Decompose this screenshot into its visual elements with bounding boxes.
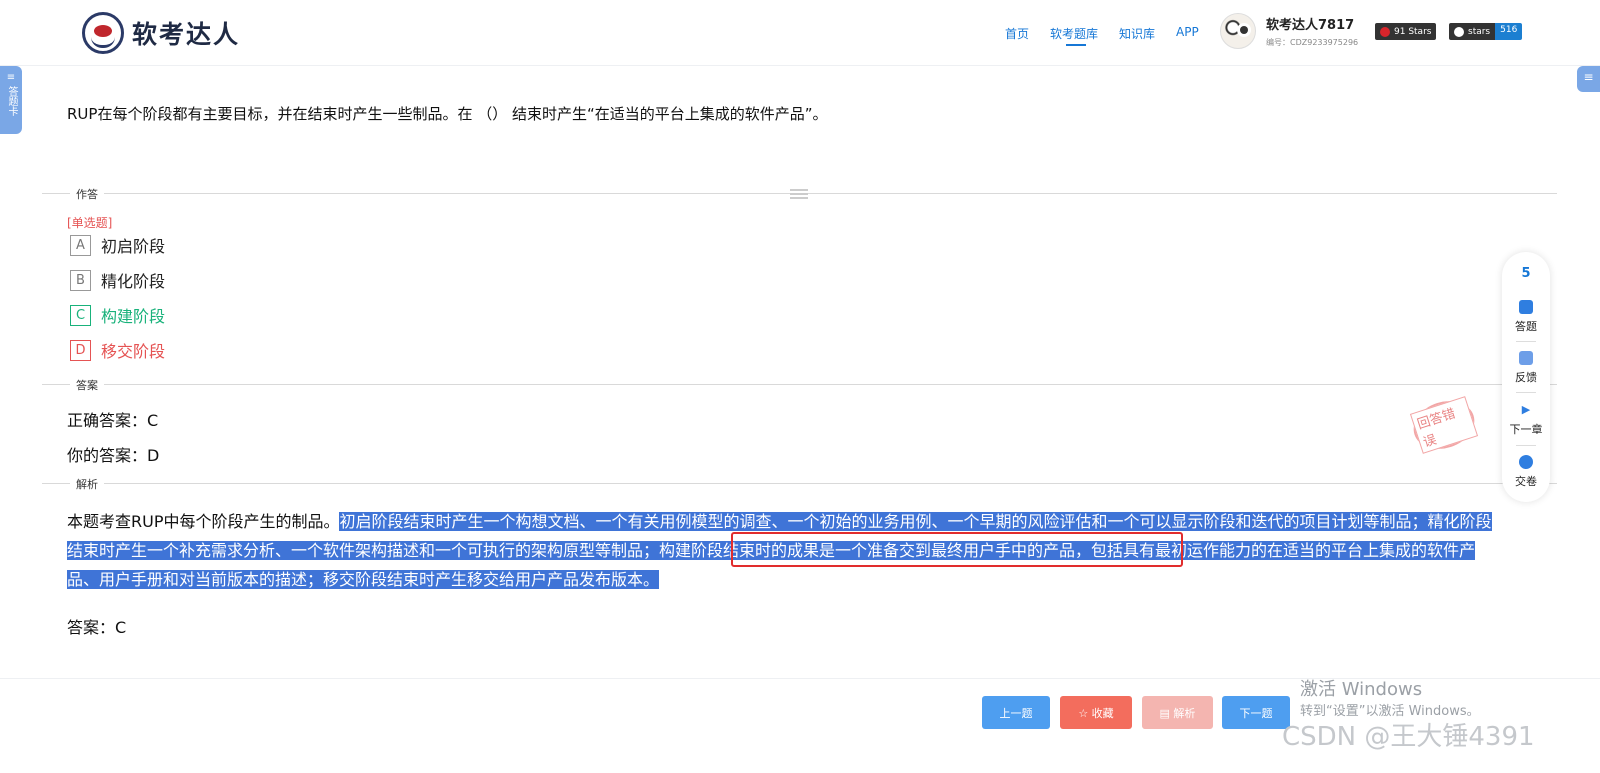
favorite-button[interactable]: ☆ 收藏 — [1060, 696, 1132, 729]
menu-icon: ≡ — [6, 72, 16, 83]
skip-next-icon: ▶ — [1521, 403, 1531, 416]
stars-badge-gitee[interactable]: 91 Stars — [1375, 23, 1437, 40]
section-label-answer: 答案 — [70, 377, 104, 393]
highlight-box — [731, 532, 1183, 567]
option-key: B — [70, 269, 91, 291]
user-profile[interactable]: 软考达人7817 编号：CDZ9233975296 — [1220, 13, 1358, 49]
option-text: 构建阶段 — [101, 307, 166, 326]
floating-toolbar: 5 答题 反馈 ▶ 下一章 交卷 — [1502, 252, 1550, 502]
divider — [42, 483, 1557, 484]
activation-watermark-title: 激活 Windows — [1300, 679, 1423, 700]
section-label-analysis: 解析 — [70, 476, 104, 492]
stars-badge-github[interactable]: stars 516 — [1449, 23, 1523, 40]
option-c[interactable]: C 构建阶段 — [70, 303, 165, 327]
divider — [1516, 392, 1536, 393]
option-key: D — [70, 339, 91, 361]
github-icon — [1454, 26, 1464, 37]
analysis-button[interactable]: ▤ 解析 — [1142, 696, 1213, 729]
option-text: 初启阶段 — [101, 237, 166, 256]
option-a[interactable]: A 初启阶段 — [70, 233, 165, 257]
csdn-watermark: CSDN @王大锤4391 — [1282, 722, 1535, 752]
divider — [1516, 445, 1536, 446]
option-text: 移交阶段 — [101, 342, 166, 361]
prev-question-button[interactable]: 上一题 — [982, 696, 1050, 729]
answer-icon — [1519, 300, 1533, 314]
nav-home[interactable]: 首页 — [1005, 25, 1029, 42]
nav-knowledge[interactable]: 知识库 — [1119, 25, 1155, 42]
section-label-answer-area: 作答 — [70, 186, 104, 202]
gitee-icon — [1380, 26, 1390, 37]
logo-icon — [82, 12, 124, 54]
correct-answer: 正确答案：C — [67, 411, 159, 430]
answer-count: 5 — [1521, 266, 1531, 281]
question-type: [单选题] — [67, 216, 113, 230]
toolbar-answer[interactable]: 答题 — [1502, 300, 1550, 334]
your-answer: 你的答案：D — [67, 446, 160, 465]
option-text: 精化阶段 — [101, 272, 166, 291]
nav-question-bank[interactable]: 软考题库 — [1050, 25, 1098, 46]
next-question-button[interactable]: 下一题 — [1222, 696, 1290, 729]
site-logo[interactable]: 软考达人 — [82, 12, 240, 54]
drag-handle-icon[interactable] — [790, 189, 808, 199]
divider — [42, 384, 1557, 385]
wrong-answer-stamp: 回答错误 — [1407, 393, 1481, 457]
answer-card-tab[interactable]: ≡ 答题卡 — [0, 66, 22, 134]
avatar — [1220, 13, 1256, 49]
nav-app[interactable]: APP — [1176, 25, 1199, 39]
option-key: C — [70, 304, 91, 326]
menu-icon: ≡ — [1583, 70, 1594, 84]
analysis-intro: 本题考查RUP中每个阶段产生的制品。 — [67, 512, 340, 531]
toolbar-next-chapter[interactable]: ▶ 下一章 — [1502, 403, 1550, 437]
upload-icon — [1519, 455, 1533, 469]
user-name: 软考达人7817 — [1266, 18, 1355, 33]
toolbar-feedback[interactable]: 反馈 — [1502, 351, 1550, 385]
option-d[interactable]: D 移交阶段 — [70, 338, 165, 362]
right-menu-tab[interactable]: ≡ — [1577, 66, 1600, 92]
divider — [1516, 341, 1536, 342]
toolbar-submit[interactable]: 交卷 — [1502, 455, 1550, 489]
option-b[interactable]: B 精化阶段 — [70, 268, 165, 292]
question-text: RUP在每个阶段都有主要目标，并在结束时产生一些制品。在 （） 结束时产生“在适… — [67, 105, 828, 123]
user-id: 编号：CDZ9233975296 — [1266, 38, 1359, 47]
option-key: A — [70, 234, 91, 256]
feedback-icon — [1519, 351, 1533, 365]
logo-text: 软考达人 — [132, 20, 241, 49]
top-header: 软考达人 首页 软考题库 知识库 APP 软考达人7817 编号：CDZ9233… — [0, 0, 1600, 66]
final-answer: 答案：C — [67, 618, 127, 637]
